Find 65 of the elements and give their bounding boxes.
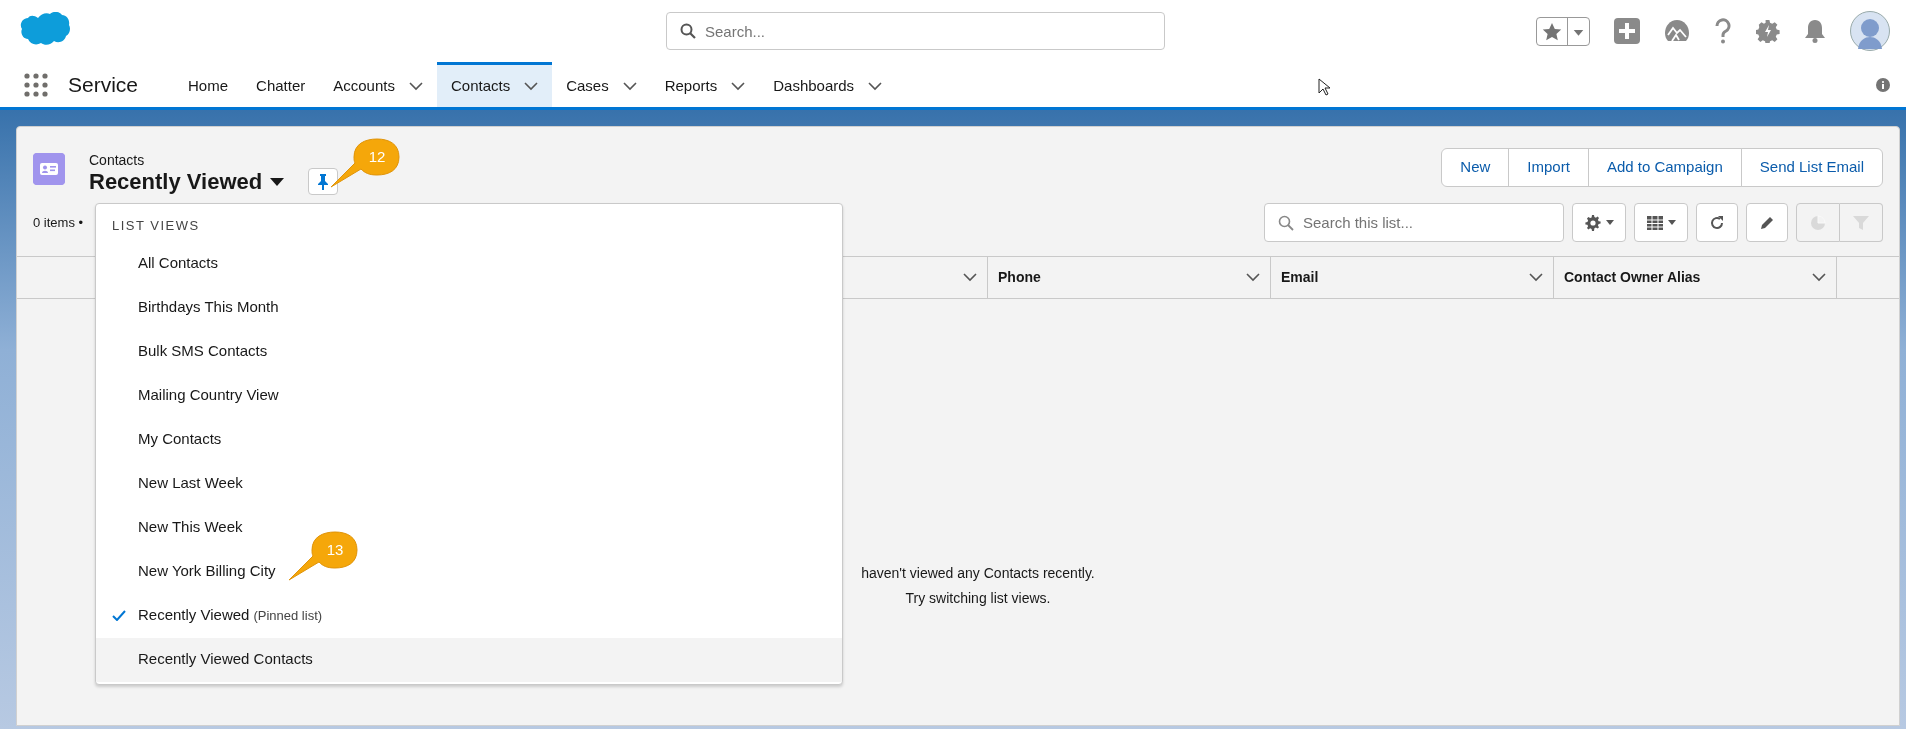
- chevron-icon[interactable]: [868, 81, 883, 91]
- avatar-icon[interactable]: [1850, 11, 1890, 51]
- list-view-title[interactable]: Recently Viewed: [89, 168, 263, 196]
- nav-tab[interactable]: Contacts: [436, 62, 553, 107]
- edit-button[interactable]: [1746, 203, 1788, 243]
- menu-item[interactable]: Recently Viewed (Pinned list): [96, 593, 842, 638]
- add-icon[interactable]: [1614, 18, 1640, 44]
- column-header[interactable]: Phone: [998, 267, 1041, 289]
- chevron-icon[interactable]: [1812, 273, 1826, 283]
- item-count: 0 items •: [33, 214, 84, 233]
- caret-icon[interactable]: [1606, 220, 1614, 226]
- settings-icon[interactable]: [1584, 213, 1602, 232]
- pin-icon: [317, 173, 330, 190]
- refresh-button[interactable]: [1696, 203, 1738, 243]
- favorites-button[interactable]: [1536, 16, 1590, 46]
- nav-tab[interactable]: Accounts: [319, 62, 437, 107]
- nav-tab[interactable]: Dashboards: [759, 62, 897, 107]
- table-icon[interactable]: [1646, 213, 1664, 232]
- search-icon: [680, 23, 696, 39]
- app-name: Service: [68, 71, 139, 98]
- settings-button[interactable]: [1572, 203, 1626, 243]
- menu-item[interactable]: Recently Viewed Contacts: [96, 637, 842, 682]
- object-label: Contacts: [89, 153, 146, 169]
- settings-icon[interactable]: [1756, 19, 1780, 43]
- nav-tab[interactable]: Cases: [552, 62, 651, 107]
- empty-message: Try switching list views.: [905, 588, 1051, 608]
- table-button[interactable]: [1634, 203, 1688, 243]
- menu-item[interactable]: My Contacts: [96, 417, 842, 462]
- column-header[interactable]: Email: [1281, 267, 1319, 289]
- chevron-icon[interactable]: [622, 81, 637, 91]
- chevron-icon[interactable]: [524, 81, 539, 91]
- chevron-icon[interactable]: [1529, 273, 1543, 283]
- nav-tab[interactable]: Chatter: [242, 62, 320, 107]
- help-icon[interactable]: [1714, 18, 1732, 44]
- caret-icon[interactable]: [270, 176, 285, 187]
- pin-button[interactable]: [308, 168, 339, 196]
- chevron-icon[interactable]: [408, 81, 423, 91]
- menu-item[interactable]: Birthdays This Month: [96, 285, 842, 330]
- chevron-icon[interactable]: [731, 81, 746, 91]
- action-button[interactable]: New: [1441, 148, 1510, 187]
- notifications-icon[interactable]: [1804, 19, 1826, 43]
- action-button[interactable]: Add to Campaign: [1587, 148, 1742, 187]
- nav-tab[interactable]: Reports: [650, 62, 760, 107]
- column-header[interactable]: Contact Owner Alias: [1564, 267, 1701, 289]
- list-search-field[interactable]: Search this list...: [1264, 203, 1564, 243]
- action-button[interactable]: Import: [1508, 148, 1589, 187]
- refresh-icon[interactable]: [1708, 213, 1726, 232]
- mouse-cursor-icon: [1318, 78, 1330, 96]
- chevron-icon[interactable]: [963, 273, 977, 283]
- menu-item[interactable]: Bulk SMS Contacts: [96, 329, 842, 374]
- search-field[interactable]: Search...: [666, 12, 1165, 50]
- action-button[interactable]: Send List Email: [1740, 148, 1883, 187]
- mountain-icon[interactable]: [1664, 19, 1690, 43]
- contact-card-icon: [33, 153, 65, 185]
- app-launcher-icon[interactable]: [24, 72, 48, 97]
- menu-heading: LIST VIEWS: [111, 217, 201, 235]
- empty-message: haven't viewed any Contacts recently.: [861, 564, 1095, 584]
- menu-item[interactable]: New Last Week: [96, 461, 842, 506]
- info-icon[interactable]: [1876, 77, 1890, 92]
- chevron-icon[interactable]: [1246, 273, 1260, 283]
- menu-item[interactable]: All Contacts: [96, 241, 842, 286]
- search-icon: [1278, 214, 1294, 231]
- caret-icon[interactable]: [1668, 220, 1676, 226]
- nav-tab[interactable]: Home: [174, 62, 243, 107]
- menu-item[interactable]: Mailing Country View: [96, 373, 842, 418]
